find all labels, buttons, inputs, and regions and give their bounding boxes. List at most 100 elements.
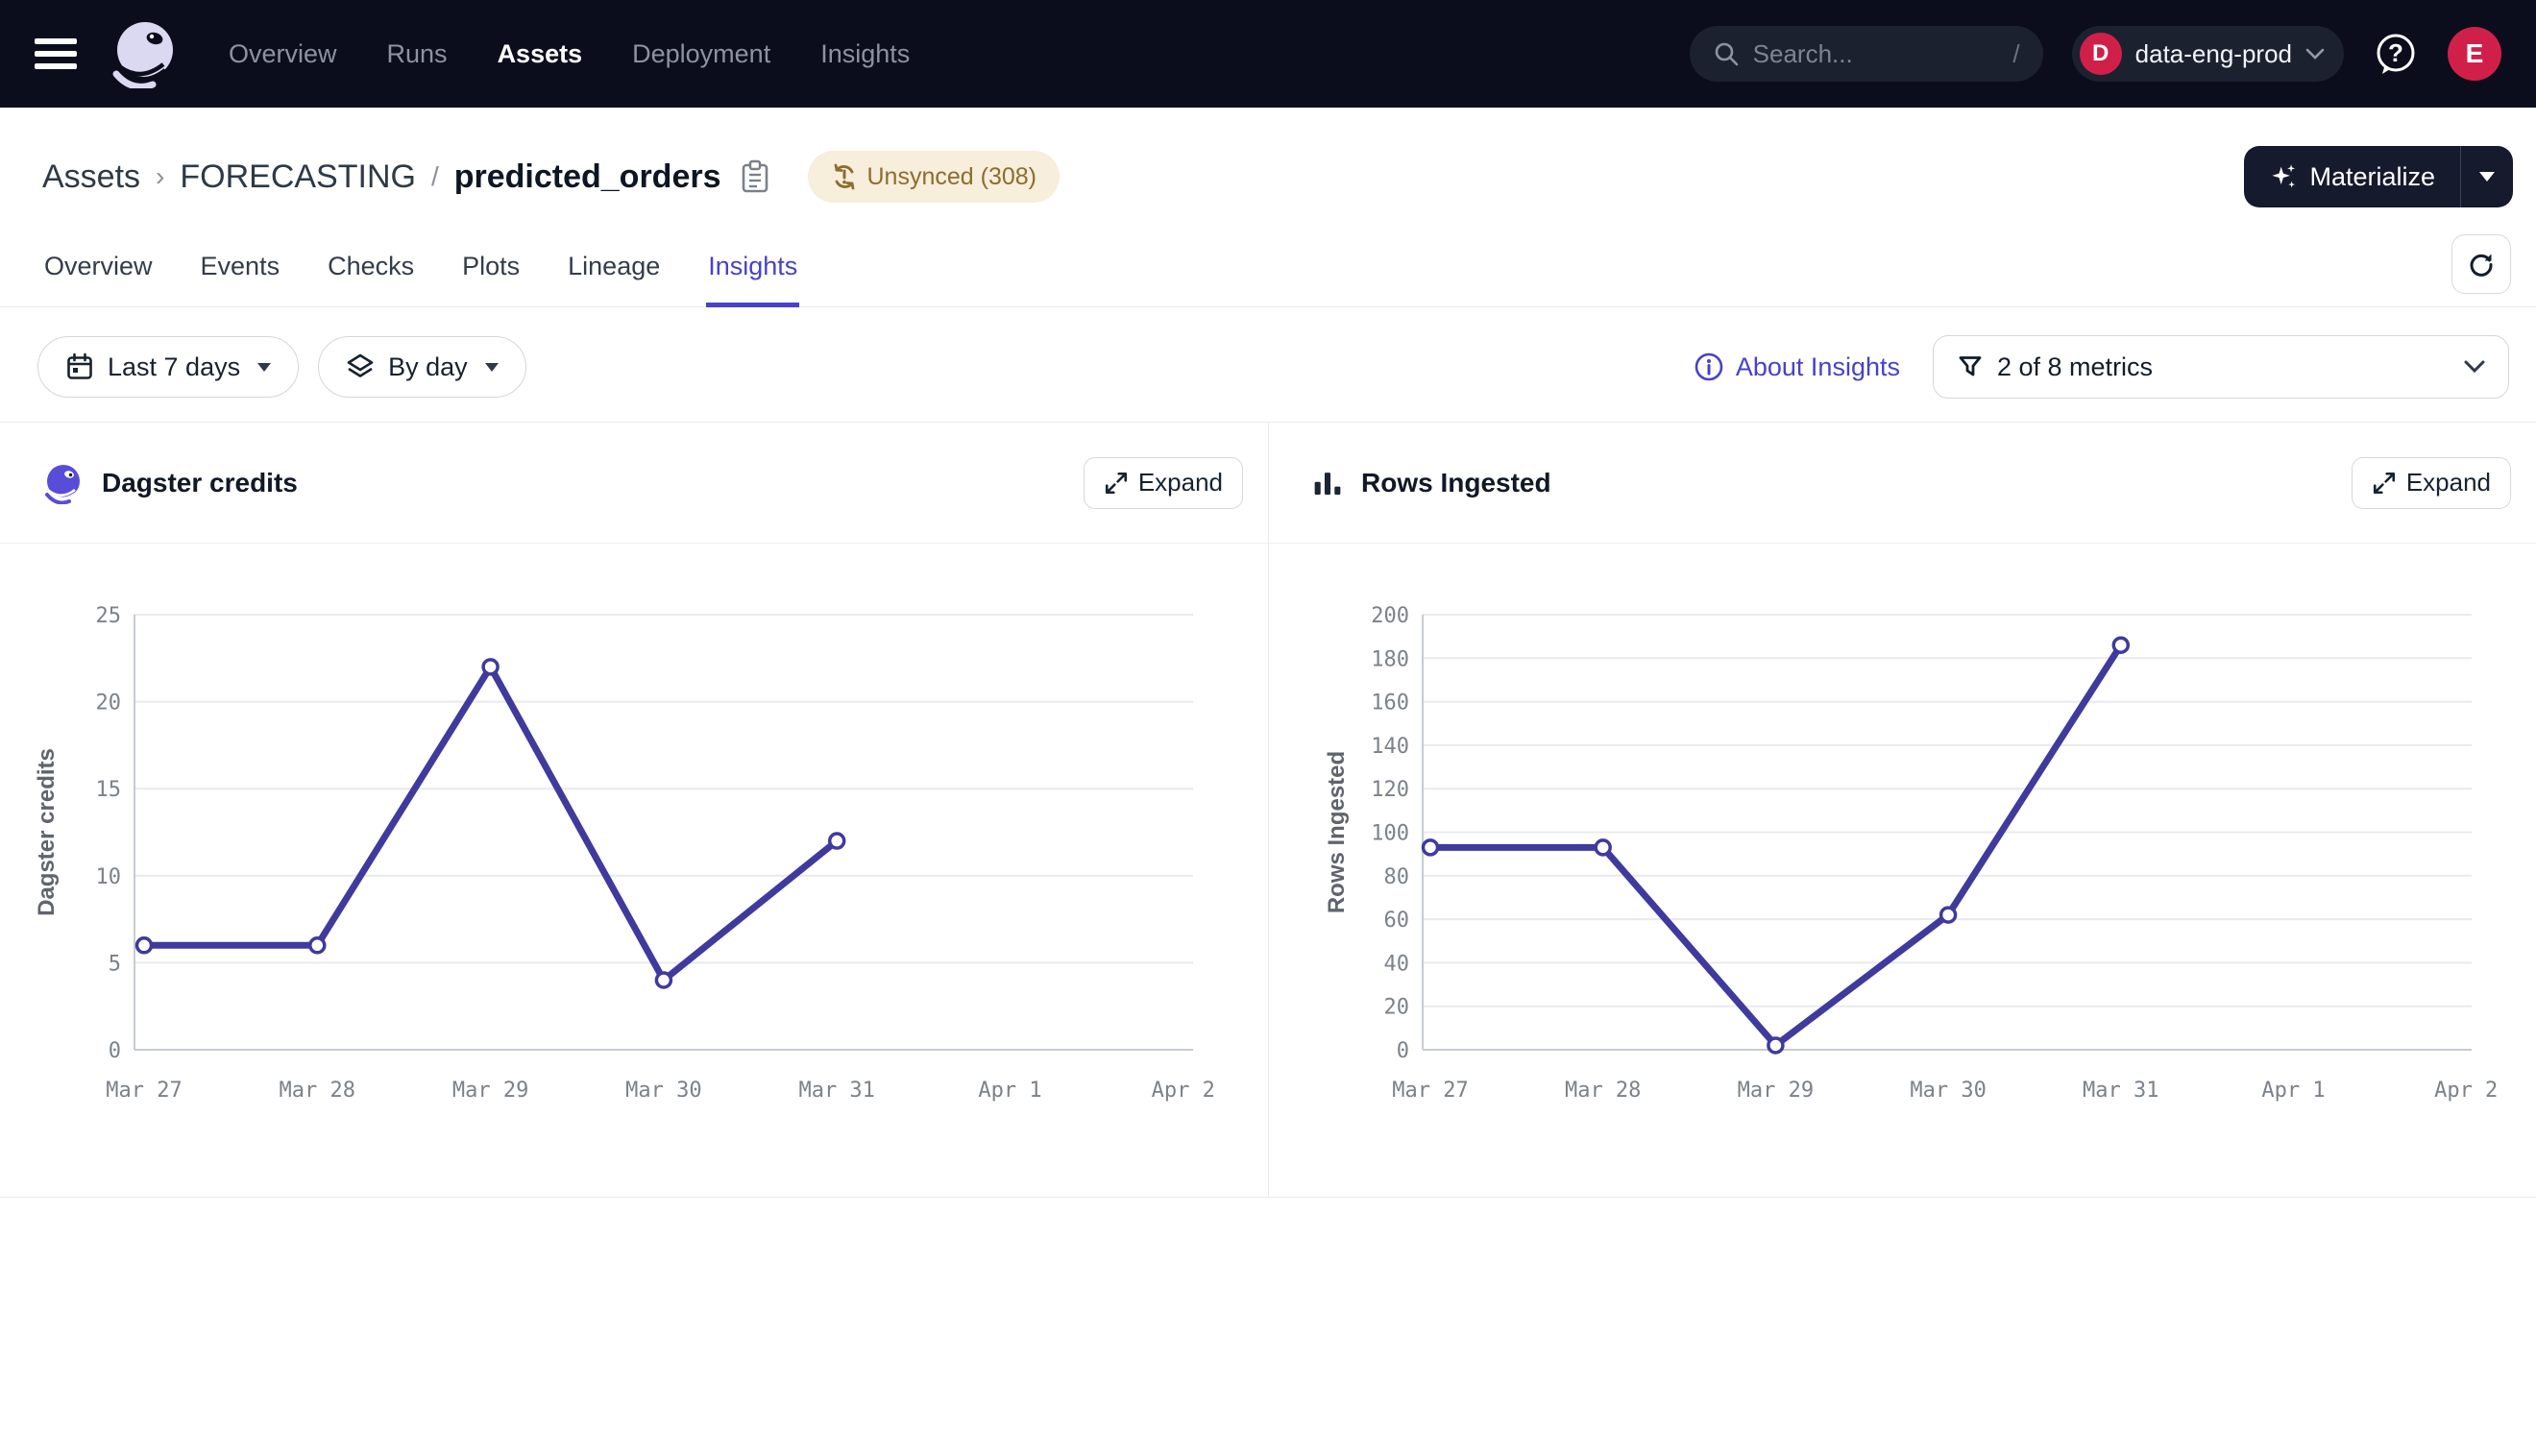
materialize-button[interactable]: Materialize: [2244, 146, 2460, 207]
svg-text:180: 180: [1371, 647, 1409, 671]
svg-text:20: 20: [1384, 996, 1410, 1020]
line-chart-dagster-credits[interactable]: 0 5 10 15 20 25 Mar 27 Mar 28 Mar 29 Mar 30 Mar 31…: [0, 544, 1268, 1197]
svg-text:Apr 2: Apr 2: [2434, 1079, 2498, 1103]
search-shortcut-hint: /: [2012, 39, 2019, 69]
chart-header: Dagster credits Expand: [0, 423, 1268, 544]
grouping-label: By day: [388, 352, 468, 382]
expand-icon: [2372, 471, 2397, 496]
svg-text:160: 160: [1371, 692, 1409, 716]
status-badge-label: Unsynced (308): [867, 163, 1036, 191]
materialize-label: Materialize: [2309, 162, 2435, 192]
filter-right-cluster: About Insights 2 of 8 metrics: [1694, 335, 2509, 399]
caret-down-icon: [485, 363, 499, 372]
svg-text:Rows Ingested: Rows Ingested: [1324, 751, 1350, 913]
org-avatar: D: [2080, 33, 2122, 75]
svg-text:Apr 1: Apr 1: [2261, 1079, 2325, 1103]
expand-label: Expand: [1138, 468, 1223, 497]
tab-insights[interactable]: Insights: [706, 232, 799, 306]
tab-plots[interactable]: Plots: [460, 232, 522, 306]
chart-panel-rows-ingested: Rows Ingested Expand 0204060801001201401…: [1268, 423, 2536, 1197]
nav-link-overview[interactable]: Overview: [229, 39, 337, 69]
svg-text:Apr 1: Apr 1: [978, 1079, 1041, 1103]
sparkles-icon: [2269, 162, 2298, 191]
tab-events[interactable]: Events: [199, 232, 282, 306]
breadcrumb-group-link[interactable]: FORECASTING: [180, 158, 416, 196]
svg-text:5: 5: [109, 952, 121, 976]
expand-button[interactable]: Expand: [1084, 457, 1243, 509]
primary-nav: Overview Runs Assets Deployment Insights: [229, 39, 910, 69]
org-switcher[interactable]: D data-eng-prod: [2072, 26, 2344, 82]
svg-text:Mar 30: Mar 30: [1910, 1079, 1986, 1103]
metrics-filter-select[interactable]: 2 of 8 metrics: [1933, 335, 2509, 399]
svg-text:20: 20: [96, 692, 122, 716]
grouping-filter-button[interactable]: By day: [318, 336, 526, 398]
breadcrumb-separator: /: [431, 161, 439, 192]
svg-text:Apr 2: Apr 2: [1152, 1079, 1215, 1103]
chart-header: Rows Ingested Expand: [1269, 423, 2536, 544]
dagster-logo-icon[interactable]: [110, 19, 179, 88]
help-icon[interactable]: ?: [2373, 31, 2419, 77]
metrics-filter-label: 2 of 8 metrics: [1997, 352, 2153, 382]
nav-link-insights[interactable]: Insights: [820, 39, 910, 69]
svg-text:0: 0: [109, 1039, 121, 1063]
svg-text:15: 15: [96, 778, 122, 802]
nav-link-deployment[interactable]: Deployment: [632, 39, 770, 69]
org-name: data-eng-prod: [2135, 39, 2292, 69]
svg-text:Mar 30: Mar 30: [625, 1079, 701, 1103]
expand-button[interactable]: Expand: [2352, 457, 2511, 509]
search-input[interactable]: [1753, 39, 2000, 69]
filter-funnel-icon: [1957, 353, 1984, 380]
about-insights-link[interactable]: About Insights: [1694, 352, 1900, 382]
refresh-button[interactable]: [2451, 234, 2511, 294]
expand-icon: [1104, 471, 1129, 496]
about-insights-label: About Insights: [1736, 352, 1900, 382]
breadcrumb-assets-link[interactable]: Assets: [42, 158, 140, 196]
svg-text:40: 40: [1384, 952, 1410, 976]
tab-lineage[interactable]: Lineage: [566, 232, 662, 306]
asset-tabs: Overview Events Checks Plots Lineage Ins…: [0, 232, 2536, 307]
copy-asset-name-icon[interactable]: [741, 159, 769, 194]
asset-name: predicted_orders: [454, 158, 721, 196]
tab-checks[interactable]: Checks: [326, 232, 416, 306]
nav-right-cluster: / D data-eng-prod ? E: [1690, 26, 2501, 82]
chart-title: Rows Ingested: [1361, 468, 1551, 498]
svg-text:120: 120: [1371, 778, 1409, 802]
svg-text:60: 60: [1384, 909, 1410, 933]
caret-down-icon: [257, 363, 271, 372]
tab-overview[interactable]: Overview: [42, 232, 155, 306]
svg-text:Mar 27: Mar 27: [106, 1079, 182, 1103]
svg-text:Mar 29: Mar 29: [1738, 1079, 1814, 1103]
svg-text:Mar 28: Mar 28: [280, 1079, 355, 1103]
line-chart-rows-ingested[interactable]: 020406080100120140160180200Mar 27Mar 28M…: [1269, 544, 2536, 1197]
svg-text:10: 10: [96, 865, 122, 889]
materialize-dropdown-button[interactable]: [2461, 146, 2513, 207]
svg-text:25: 25: [96, 604, 122, 628]
calendar-icon: [65, 352, 94, 381]
nav-link-assets[interactable]: Assets: [498, 39, 583, 69]
caret-down-icon: [2479, 172, 2495, 182]
breadcrumb: Assets › FORECASTING / predicted_orders: [42, 151, 1060, 203]
nav-link-runs[interactable]: Runs: [387, 39, 448, 69]
top-nav-bar: Overview Runs Assets Deployment Insights…: [0, 0, 2536, 108]
hamburger-menu-icon[interactable]: [35, 38, 77, 69]
svg-text:80: 80: [1384, 865, 1410, 889]
expand-label: Expand: [2406, 468, 2491, 497]
chevron-down-icon: [2464, 360, 2485, 374]
insights-filter-bar: Last 7 days By day About Insights: [0, 335, 2536, 399]
time-range-filter-button[interactable]: Last 7 days: [37, 336, 299, 398]
svg-text:Mar 31: Mar 31: [798, 1079, 874, 1103]
chart-panel-dagster-credits: Dagster credits Expand 0 5 10 15 20 25 Mar 27 M…: [0, 423, 1268, 1197]
svg-text:Mar 29: Mar 29: [452, 1079, 528, 1103]
user-avatar[interactable]: E: [2448, 27, 2501, 81]
svg-text:140: 140: [1371, 735, 1409, 759]
chart-title: Dagster credits: [102, 468, 298, 498]
layers-icon: [346, 352, 375, 381]
insights-charts-section: Dagster credits Expand 0 5 10 15 20 25 Mar 27 M…: [0, 422, 2536, 1198]
search-box[interactable]: /: [1690, 26, 2043, 82]
svg-text:?: ?: [2388, 38, 2403, 67]
search-icon: [1713, 40, 1740, 67]
asset-header: Assets › FORECASTING / predicted_orders: [0, 108, 2536, 207]
svg-text:100: 100: [1371, 822, 1409, 846]
unsynced-icon: [831, 163, 858, 190]
svg-text:Mar 31: Mar 31: [2083, 1079, 2158, 1103]
